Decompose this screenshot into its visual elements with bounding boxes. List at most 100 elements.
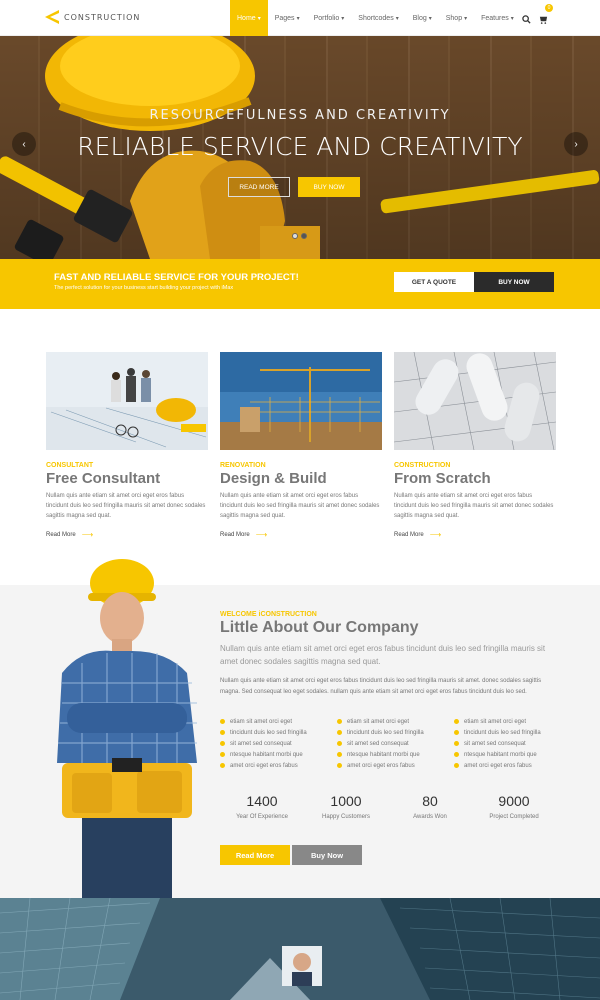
list-item-text: amet orci eget eros fabus — [464, 762, 532, 769]
stat-label: Year Of Experience — [236, 814, 288, 820]
nav-item-portfolio[interactable]: Portfolio ▾ — [307, 0, 352, 36]
list-item: amet orci eget eros fabus — [220, 760, 337, 771]
stat-value: 1400 — [246, 793, 278, 809]
service-card-construction: CONSTRUCTION From Scratch Nullam quis an… — [394, 352, 556, 539]
slider-prev-icon[interactable]: ‹ — [12, 132, 36, 156]
chevron-down-icon: ▾ — [510, 15, 514, 22]
nav-label: Features — [481, 14, 509, 22]
stat-experience: 1400 Year Of Experience — [220, 793, 304, 820]
service-text: Nullam quis ante etiam sit amet orci ege… — [394, 493, 554, 519]
list-item-text: tincidunt duis leo sed fringilla — [347, 729, 424, 736]
check-circle-icon — [337, 752, 342, 757]
buildings-image — [0, 898, 600, 1000]
list-item: tincidunt duis leo sed fringilla — [454, 727, 556, 738]
read-more-link[interactable]: Read More ⟶ — [220, 530, 382, 539]
main-nav: Home ▾ Pages ▾ Portfolio ▾ Shortcodes ▾ Blog… — [230, 0, 521, 36]
nav-item-features[interactable]: Features ▾ — [474, 0, 521, 36]
about-buy-now-button[interactable]: Buy Now — [292, 845, 362, 865]
check-circle-icon — [454, 752, 459, 757]
list-item-text: tincidunt duis leo sed fringilla — [464, 729, 541, 736]
brand-name: CONSTRUCTION — [64, 12, 141, 22]
stat-value: 80 — [422, 793, 438, 809]
read-more-label: Read More — [220, 531, 250, 538]
nav-label: Portfolio — [313, 14, 340, 22]
search-icon[interactable] — [522, 11, 531, 29]
service-image — [220, 352, 382, 450]
slider-dot-1[interactable] — [292, 233, 298, 239]
checklist-column: etiam sit amet orci eget tincidunt duis … — [454, 716, 556, 771]
cart-count-badge: 0 — [545, 4, 553, 12]
check-circle-icon — [220, 719, 225, 724]
chevron-down-icon: ▾ — [464, 15, 468, 22]
hero-read-more-button[interactable]: READ MORE — [228, 177, 290, 197]
nav-item-shop[interactable]: Shop ▾ — [439, 0, 474, 36]
hero-slider: RESOURCEFULNESS AND CREATIVITY RELIABLE … — [0, 36, 600, 259]
stat-label: Project Completed — [489, 814, 539, 820]
nav-item-pages[interactable]: Pages ▾ — [268, 0, 307, 36]
check-circle-icon — [337, 730, 342, 735]
service-text: Nullam quis ante etiam sit amet orci ege… — [220, 493, 380, 519]
arrow-right-icon: ⟶ — [255, 530, 268, 539]
cart-button[interactable]: 0 — [539, 4, 553, 29]
list-item-text: tincidunt duis leo sed fringilla — [230, 729, 307, 736]
read-more-link[interactable]: Read More ⟶ — [394, 530, 556, 539]
list-item: amet orci eget eros fabus — [337, 760, 454, 771]
slider-dot-2[interactable] — [301, 233, 307, 239]
hero-buttons: READ MORE BUY NOW — [228, 177, 360, 197]
check-circle-icon — [454, 730, 459, 735]
list-item-text: etiam sit amet orci eget — [464, 718, 527, 725]
stat-label: Awards Won — [413, 814, 447, 820]
list-item-text: sit amet sed consequat — [464, 740, 526, 747]
read-more-label: Read More — [394, 531, 424, 538]
list-item: etiam sit amet orci eget — [337, 716, 454, 727]
nav-label: Blog — [412, 14, 427, 22]
logo[interactable]: CONSTRUCTION — [44, 9, 140, 25]
list-item: ntesque habitant morbi que — [454, 749, 556, 760]
list-item: tincidunt duis leo sed fringilla — [220, 727, 337, 738]
list-item-text: etiam sit amet orci eget — [230, 718, 293, 725]
about-tag: WELCOME iCONSTRUCTION — [220, 611, 317, 618]
cart-icon — [539, 16, 548, 24]
nav-item-blog[interactable]: Blog ▾ — [406, 0, 439, 36]
slider-next-icon[interactable]: › — [564, 132, 588, 156]
service-text: Nullam quis ante etiam sit amet orci ege… — [46, 493, 206, 519]
stat-value: 9000 — [498, 793, 530, 809]
get-quote-button[interactable]: GET A QUOTE — [394, 272, 474, 292]
nav-label: Pages — [274, 14, 295, 22]
hero-subtitle: RESOURCEFULNESS AND CREATIVITY — [149, 108, 451, 123]
band-buy-now-button[interactable]: BUY NOW — [474, 272, 554, 292]
read-more-link[interactable]: Read More ⟶ — [46, 530, 208, 539]
list-item: sit amet sed consequat — [337, 738, 454, 749]
service-title: Free Consultant — [46, 470, 161, 487]
nav-label: Shortcodes — [358, 14, 394, 22]
read-more-label: Read More — [46, 531, 76, 538]
band-title: FAST AND RELIABLE SERVICE FOR YOUR PROJE… — [54, 272, 299, 283]
stats-counters: 1400 Year Of Experience 1000 Happy Custome… — [220, 793, 556, 820]
check-circle-icon — [220, 763, 225, 768]
list-item: ntesque habitant morbi que — [337, 749, 454, 760]
nav-label: Home — [237, 14, 256, 22]
about-read-more-button[interactable]: Read More — [220, 845, 290, 865]
slider-dots — [292, 233, 307, 239]
service-image — [46, 352, 208, 450]
check-circle-icon — [220, 741, 225, 746]
hero-buy-now-button[interactable]: BUY NOW — [298, 177, 360, 197]
list-item-text: amet orci eget eros fabus — [347, 762, 415, 769]
list-item-text: amet orci eget eros fabus — [230, 762, 298, 769]
checklist-column: etiam sit amet orci eget tincidunt duis … — [220, 716, 337, 771]
list-item-text: ntesque habitant morbi que — [230, 751, 303, 758]
list-item-text: sit amet sed consequat — [347, 740, 409, 747]
site-header: CONSTRUCTION Home ▾ Pages ▾ Portfolio ▾ Sho… — [0, 0, 600, 36]
nav-item-shortcodes[interactable]: Shortcodes ▾ — [351, 0, 405, 36]
service-tag: CONSTRUCTION — [394, 462, 451, 469]
about-title: Little About Our Company — [220, 619, 419, 636]
check-circle-icon — [337, 741, 342, 746]
nav-item-home[interactable]: Home ▾ — [230, 0, 268, 36]
band-subtitle: The perfect solution for your business s… — [54, 285, 234, 291]
service-card-consultant: CONSULTANT Free Consultant Nullam quis a… — [46, 352, 208, 539]
list-item: etiam sit amet orci eget — [454, 716, 556, 727]
arrow-right-icon: ⟶ — [81, 530, 94, 539]
list-item: tincidunt duis leo sed fringilla — [337, 727, 454, 738]
stat-label: Happy Customers — [321, 814, 371, 820]
arrow-right-icon: ⟶ — [429, 530, 442, 539]
